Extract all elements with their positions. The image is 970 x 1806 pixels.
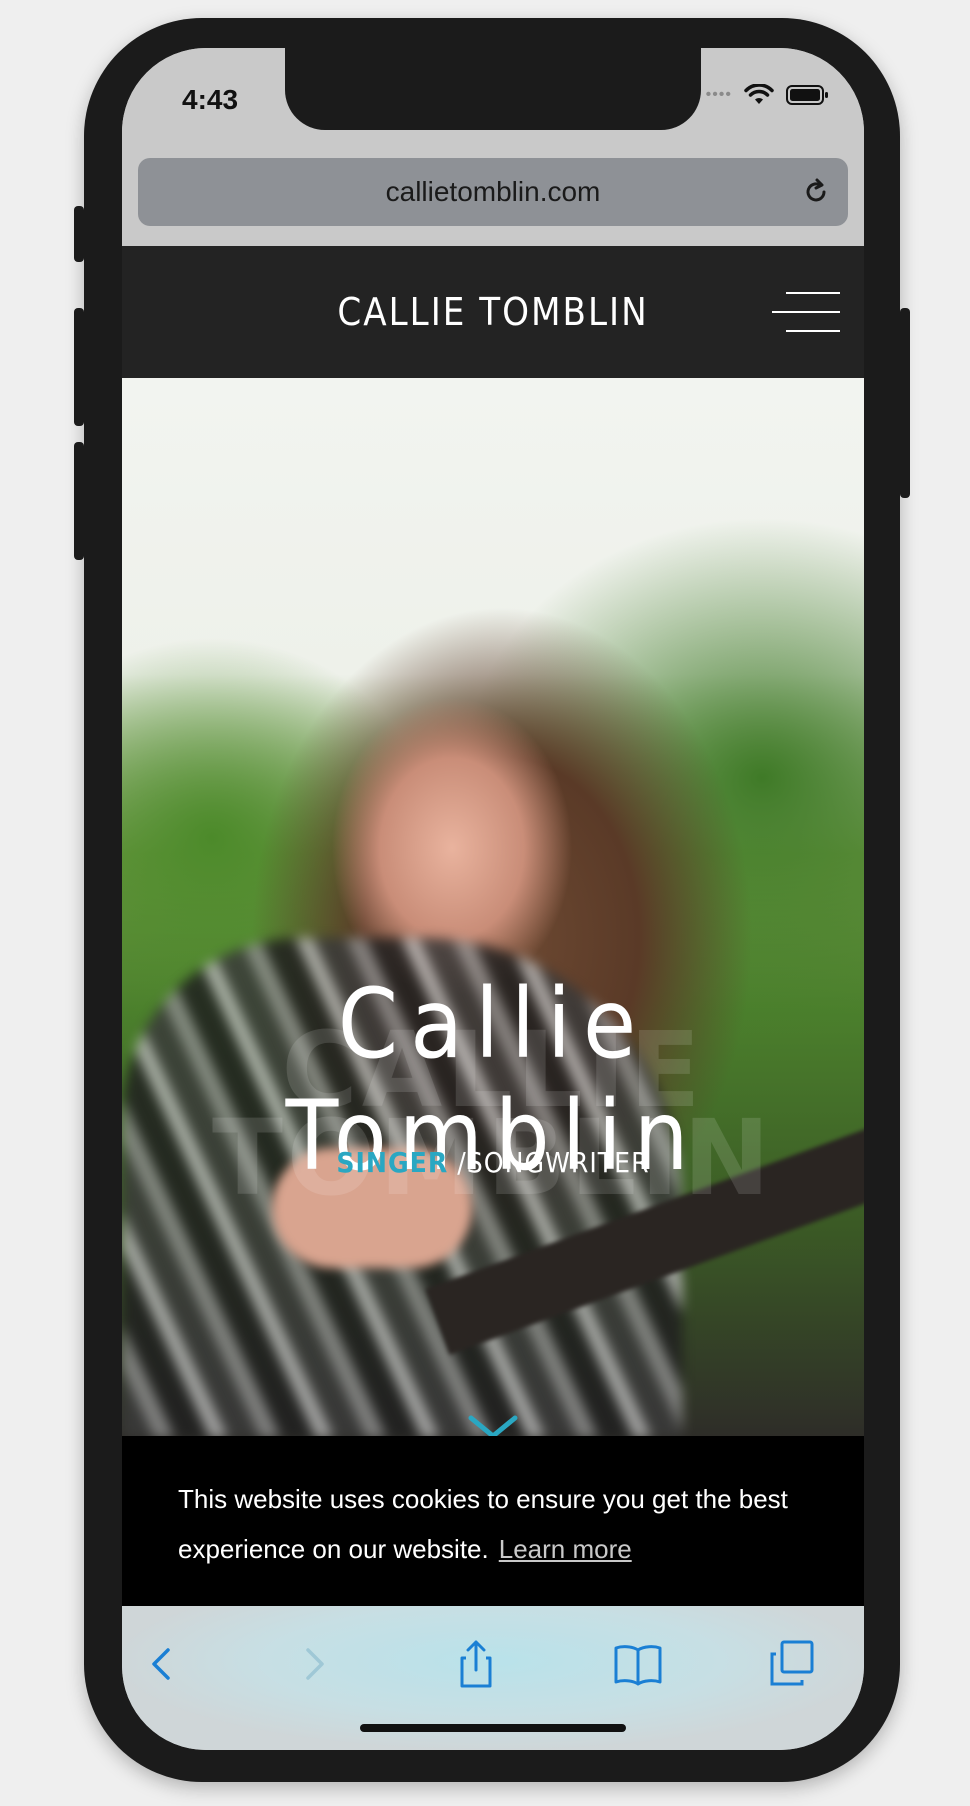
subtitle-rest: SONGWRITER [466,1146,650,1179]
cookie-message: This website uses cookies to ensure you … [178,1484,788,1564]
subtitle-separator: / [448,1146,467,1179]
home-indicator [360,1724,626,1732]
hero-section: CALLIE TOMBLIN Callie Tomblin SINGER /SO… [122,378,864,1436]
phone-screen: 4:43 •••• callietomblin.com CALLIE TOMBL… [122,48,864,1750]
status-bar: 4:43 •••• [122,48,864,158]
signal-dots-icon: •••• [705,86,732,103]
forward-chevron-icon[interactable] [284,1634,344,1694]
address-bar[interactable]: callietomblin.com [138,158,848,226]
tabs-icon[interactable] [762,1634,822,1694]
scroll-down-chevron-icon[interactable] [467,1414,519,1436]
learn-more-link[interactable]: Learn more [499,1534,632,1564]
notch [285,48,701,130]
hero-subtitle: SINGER /SONGWRITER [122,1146,864,1179]
site-brand[interactable]: CALLIE TOMBLIN [122,290,864,334]
power-button [900,308,910,498]
share-icon[interactable] [446,1634,506,1694]
subtitle-accent: SINGER [336,1146,449,1179]
url-text[interactable]: callietomblin.com [138,176,848,208]
back-chevron-icon[interactable] [132,1634,192,1694]
site-header: CALLIE TOMBLIN [122,246,864,378]
status-icons: •••• [706,84,830,106]
volume-up-button [74,308,84,426]
cookie-message-container: This website uses cookies to ensure you … [178,1474,818,1574]
cookie-banner: This website uses cookies to ensure you … [122,1436,864,1606]
bookmarks-icon[interactable] [608,1634,668,1694]
wifi-icon [744,84,774,104]
status-time: 4:43 [182,84,239,115]
hamburger-menu-icon[interactable] [772,292,840,332]
battery-icon [786,85,828,105]
volume-down-button [74,442,84,560]
phone-frame: 4:43 •••• callietomblin.com CALLIE TOMBL… [74,18,910,1782]
reload-icon[interactable] [800,176,832,208]
silent-switch [74,206,84,262]
